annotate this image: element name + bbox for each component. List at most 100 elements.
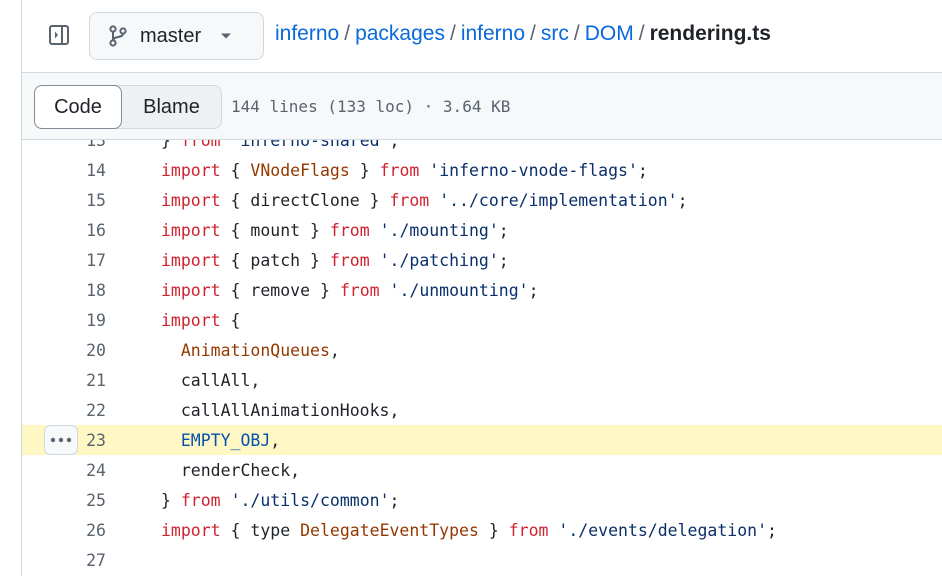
code-text: } from './utils/common'; xyxy=(161,491,399,510)
kebab-horizontal-icon xyxy=(50,437,72,443)
line-number[interactable]: 17 xyxy=(22,251,106,270)
file-info: 144 lines (133 loc) · 3.64 KB xyxy=(231,97,511,116)
branch-selector-button[interactable]: master xyxy=(89,12,264,60)
code-line: 18 import { remove } from './unmounting'; xyxy=(22,275,942,305)
code-line: 24 renderCheck, xyxy=(22,455,942,485)
code-token: import xyxy=(161,160,221,180)
line-actions-button[interactable] xyxy=(44,425,78,455)
view-mode-toggle: Code Blame xyxy=(34,85,222,129)
code-token: from xyxy=(339,280,380,300)
code-text: } from 'inferno-shared'; xyxy=(161,140,399,150)
code-token: from xyxy=(389,190,430,210)
code-token: renderCheck, xyxy=(161,460,301,480)
line-number[interactable]: 24 xyxy=(22,461,106,480)
file-toolbar: Code Blame 144 lines (133 loc) · 3.64 KB xyxy=(22,72,942,140)
code-text: AnimationQueues, xyxy=(161,341,340,360)
code-line: 15 import { directClone } from '../core/i… xyxy=(22,185,942,215)
code-token: './events/delegation' xyxy=(558,520,768,540)
code-text: import { xyxy=(161,311,240,330)
branch-name: master xyxy=(140,24,202,47)
line-number[interactable]: 19 xyxy=(22,311,106,330)
code-line: 21 callAll, xyxy=(22,365,942,395)
code-token: } xyxy=(349,160,380,180)
code-token: { remove } xyxy=(220,280,340,300)
code-line: 19 import { xyxy=(22,305,942,335)
line-number[interactable]: 16 xyxy=(22,221,106,240)
code-token: { directClone } xyxy=(220,190,390,210)
code-token: , xyxy=(329,340,340,360)
code-token: ; xyxy=(677,190,688,210)
code-token: '../core/implementation' xyxy=(439,190,678,210)
code-token: import xyxy=(161,220,221,240)
breadcrumb-dom[interactable]: DOM xyxy=(585,22,634,45)
line-number[interactable]: 15 xyxy=(22,191,106,210)
code-line: 20 AnimationQueues, xyxy=(22,335,942,365)
breadcrumb-separator: / xyxy=(573,22,580,45)
code-token: { xyxy=(220,310,241,330)
triangle-down-icon xyxy=(221,33,232,39)
code-token: callAll, xyxy=(161,370,261,390)
tab-code[interactable]: Code xyxy=(34,85,122,129)
code-token: { patch } xyxy=(220,250,330,270)
code-text: import { mount } from './mounting'; xyxy=(161,221,509,240)
breadcrumb-inferno[interactable]: inferno xyxy=(461,22,525,45)
code-token: './mounting' xyxy=(379,220,499,240)
line-number[interactable]: 27 xyxy=(22,551,106,570)
breadcrumb-separator: / xyxy=(344,22,351,45)
line-number[interactable]: 21 xyxy=(22,371,106,390)
line-number[interactable]: 14 xyxy=(22,161,106,180)
code-line: 16 import { mount } from './mounting'; xyxy=(22,215,942,245)
line-number[interactable]: 26 xyxy=(22,521,106,540)
code-token: import xyxy=(161,310,221,330)
line-number[interactable]: 22 xyxy=(22,401,106,420)
code-text: EMPTY_OBJ, xyxy=(161,431,280,450)
code-token: import xyxy=(161,520,221,540)
breadcrumb: inferno / packages / inferno / src / DOM / renderi… xyxy=(275,22,771,46)
git-branch-icon xyxy=(109,25,127,47)
code-text: import { directClone } from '../core/imp… xyxy=(161,191,688,210)
line-number[interactable]: 13 xyxy=(22,140,106,150)
code-token: 'inferno-vnode-flags' xyxy=(429,160,638,180)
code-token: ; xyxy=(389,490,400,510)
code-text: import { type DelegateEventTypes } from … xyxy=(161,521,777,540)
code-token: } xyxy=(161,490,181,510)
code-token: 'inferno-shared' xyxy=(230,140,390,150)
code-text: renderCheck, xyxy=(161,461,300,480)
code-text: callAllAnimationHooks, xyxy=(161,401,400,420)
code-line: 26 import { type DelegateEventTypes } fro… xyxy=(22,515,942,545)
code-text: import { patch } from './patching'; xyxy=(161,251,509,270)
code-token: ; xyxy=(767,520,777,540)
code-token: import xyxy=(161,190,221,210)
expand-file-tree-button[interactable] xyxy=(43,19,75,51)
breadcrumb-separator: / xyxy=(638,22,645,45)
code-token: from xyxy=(180,490,221,510)
code-line: 27 xyxy=(22,545,942,575)
file-header: master inferno / packages / inferno / src / DOM /… xyxy=(22,0,942,72)
code-token: DelegateEventTypes xyxy=(300,520,479,540)
code-token: from xyxy=(329,220,370,240)
code-line: 13 } from 'inferno-shared'; xyxy=(22,140,942,155)
code-line: 17 import { patch } from './patching'; xyxy=(22,245,942,275)
code-token: ; xyxy=(389,140,400,150)
code-token: EMPTY_OBJ xyxy=(180,430,271,450)
tab-blame[interactable]: Blame xyxy=(122,86,221,128)
breadcrumb-repo[interactable]: inferno xyxy=(275,22,339,45)
line-number[interactable]: 18 xyxy=(22,281,106,300)
code-token: { xyxy=(220,160,251,180)
code-text: import { VNodeFlags } from 'inferno-vnod… xyxy=(161,161,648,180)
code-token: { type xyxy=(220,520,301,540)
breadcrumb-src[interactable]: src xyxy=(541,22,569,45)
code-token: , xyxy=(270,430,281,450)
line-number[interactable]: 25 xyxy=(22,491,106,510)
code-token: from xyxy=(379,160,420,180)
code-token: './unmounting' xyxy=(389,280,529,300)
line-number[interactable]: 20 xyxy=(22,341,106,360)
breadcrumb-packages[interactable]: packages xyxy=(355,22,445,45)
code-line: 25 } from './utils/common'; xyxy=(22,485,942,515)
